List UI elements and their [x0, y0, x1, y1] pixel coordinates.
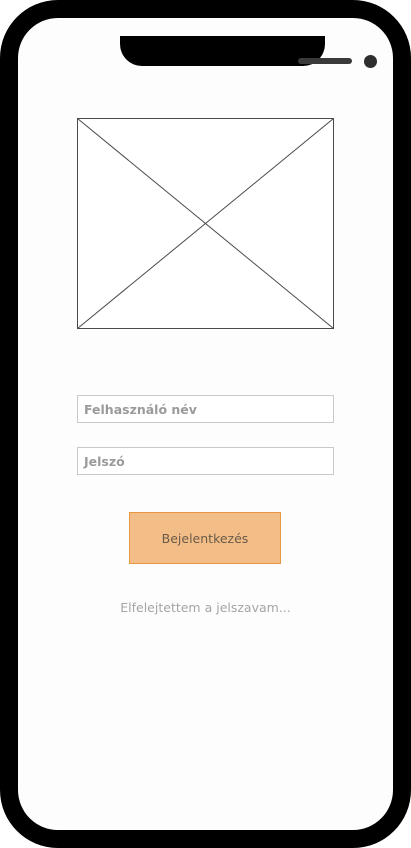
image-placeholder-icon [77, 118, 334, 329]
login-button[interactable]: Bejelentkezés [129, 512, 281, 564]
camera-icon [364, 55, 377, 68]
password-input[interactable] [77, 447, 334, 475]
speaker-icon [298, 58, 352, 64]
phone-screen: Bejelentkezés Elfelejtettem a jelszavam.… [18, 18, 393, 830]
username-input[interactable] [77, 395, 334, 423]
phone-notch [120, 36, 377, 68]
forgot-password-link[interactable]: Elfelejtettem a jelszavam... [18, 600, 393, 615]
phone-frame: Bejelentkezés Elfelejtettem a jelszavam.… [0, 0, 411, 848]
